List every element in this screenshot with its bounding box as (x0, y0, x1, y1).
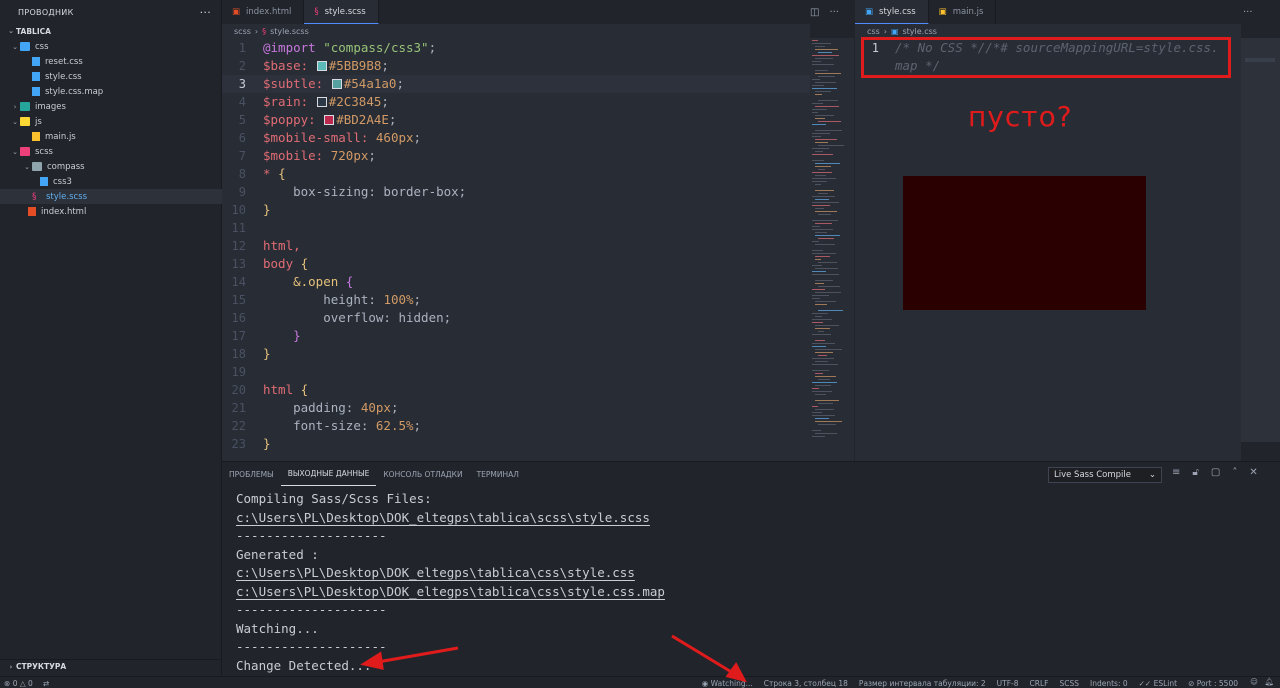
annotation-arrows (360, 634, 747, 683)
annotation-arrow-watching (671, 634, 739, 678)
annotation-arrow-change-detected (371, 646, 459, 665)
annotation-arrowhead (360, 651, 384, 670)
annotation-arrowhead (725, 662, 747, 683)
